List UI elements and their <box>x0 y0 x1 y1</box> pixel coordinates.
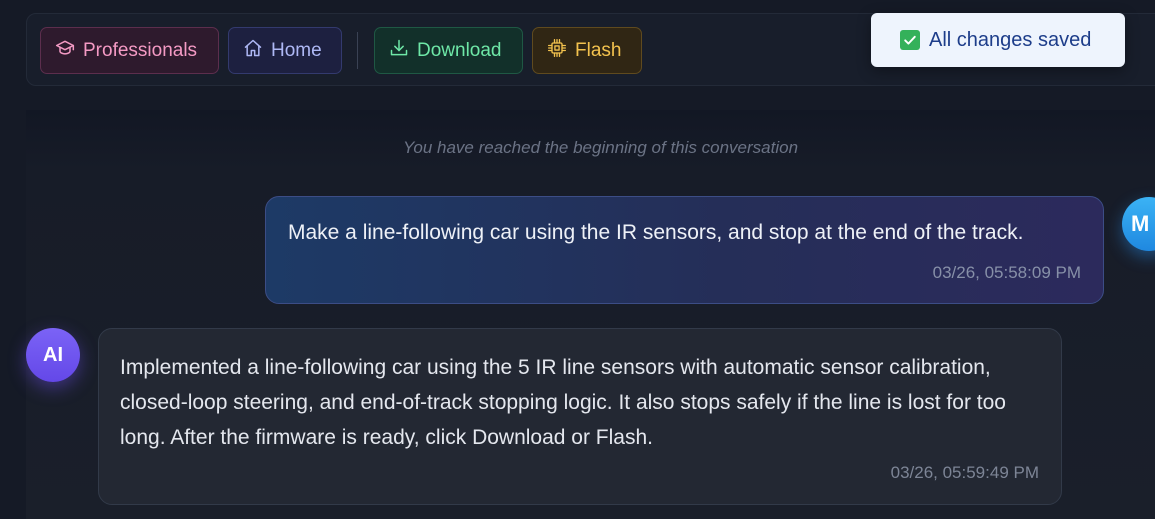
save-status-toast: All changes saved <box>871 13 1125 67</box>
checkbox-check-icon <box>900 30 920 50</box>
flash-label: Flash <box>575 39 622 61</box>
professionals-label: Professionals <box>83 39 198 61</box>
ai-avatar: AI <box>26 328 80 382</box>
ai-message-text: Implemented a line-following car using t… <box>120 356 1006 449</box>
chip-icon <box>547 38 567 64</box>
ai-message-timestamp: 03/26, 05:59:49 PM <box>890 463 1039 482</box>
professionals-button[interactable]: Professionals <box>40 27 219 74</box>
download-label: Download <box>417 39 502 61</box>
graduation-cap-icon <box>55 38 75 64</box>
download-icon <box>389 38 409 64</box>
user-message-bubble: Make a line-following car using the IR s… <box>265 196 1104 304</box>
home-icon <box>243 38 263 64</box>
flash-button[interactable]: Flash <box>532 27 642 74</box>
ai-message-bubble: Implemented a line-following car using t… <box>98 328 1062 505</box>
conversation-start-notice: You have reached the beginning of this c… <box>402 138 799 157</box>
page: Professionals Home Download Flash All ch… <box>0 0 1155 519</box>
home-button[interactable]: Home <box>228 27 342 74</box>
user-message-text: Make a line-following car using the IR s… <box>288 221 1024 244</box>
user-message-timestamp: 03/26, 05:58:09 PM <box>932 263 1081 282</box>
save-status-text: All changes saved <box>929 28 1092 51</box>
toolbar-divider <box>357 32 358 69</box>
home-label: Home <box>271 39 322 61</box>
download-button[interactable]: Download <box>374 27 523 74</box>
